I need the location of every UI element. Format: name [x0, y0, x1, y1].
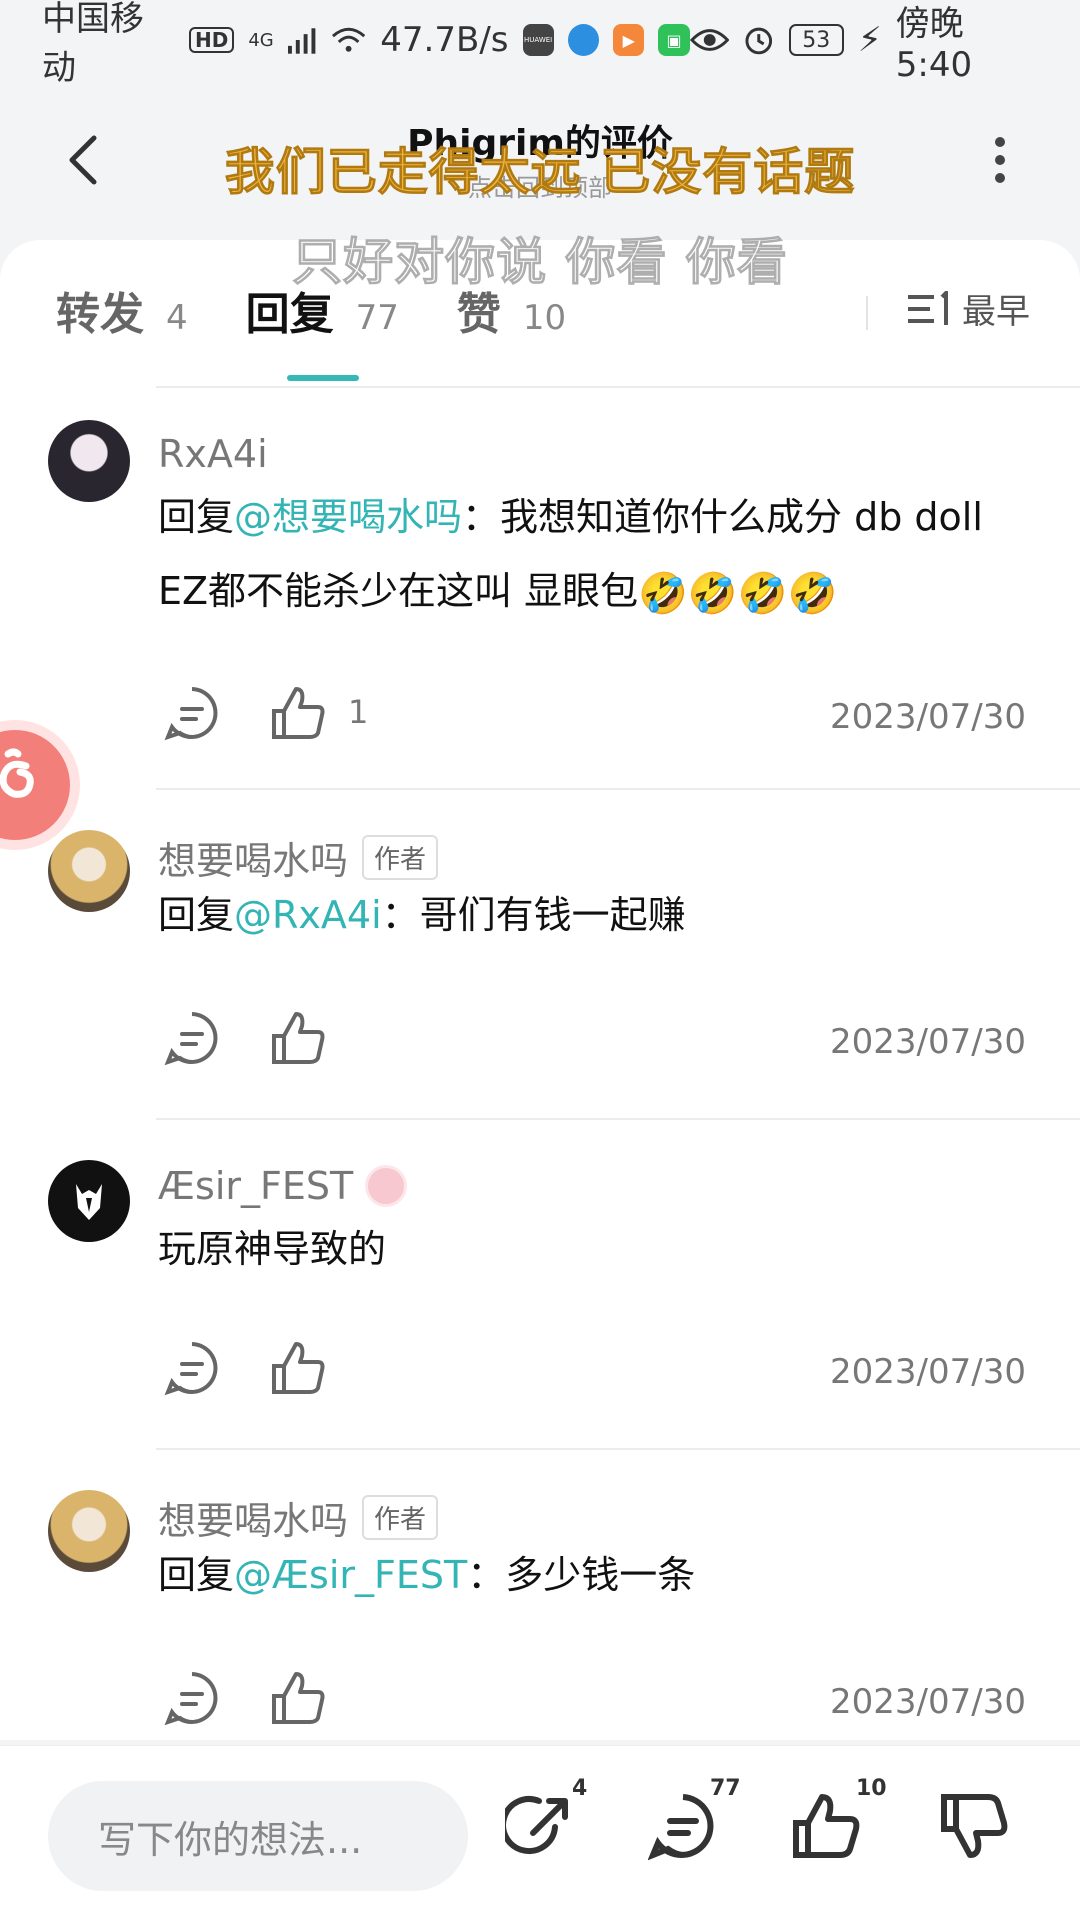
- comment-text: 回复@Æsir_FEST：多少钱一条: [158, 1538, 1038, 1612]
- thumbs-down-icon[interactable]: [940, 1791, 1010, 1861]
- status-bar: 中国移动 HD 4G 47.7B/s HUAWEI ▶ ▣ 53 ⚡ 傍晚5:4…: [0, 0, 1080, 88]
- mention-link[interactable]: @想要喝水吗: [234, 495, 462, 539]
- screen: 中国移动 HD 4G 47.7B/s HUAWEI ▶ ▣ 53 ⚡ 傍晚5:4…: [0, 0, 1080, 1920]
- username-row: Æsir_FEST: [158, 1164, 408, 1208]
- video-app-icon: ▶: [613, 24, 645, 56]
- reply-icon[interactable]: [164, 685, 220, 741]
- divider: [156, 1118, 1080, 1120]
- reply-prefix: 回复: [158, 1553, 235, 1597]
- comment-body: ：哥们有钱一起赚: [381, 893, 686, 937]
- huawei-app-icon: HUAWEI: [522, 24, 554, 56]
- thumbs-up-icon[interactable]: [270, 1340, 328, 1396]
- signal-icon: 4G: [248, 29, 274, 51]
- emoji: 🤣🤣🤣🤣: [638, 570, 838, 617]
- thumbs-up-icon[interactable]: [270, 1010, 328, 1066]
- username-row: 想要喝水吗 作者: [158, 830, 439, 885]
- user-badge-icon: [365, 1165, 408, 1207]
- comment-actions: 2023/07/30: [158, 1340, 1038, 1400]
- username[interactable]: Æsir_FEST: [158, 1164, 353, 1208]
- thumbs-up-icon[interactable]: [792, 1791, 862, 1861]
- signal-bars-icon: [287, 28, 316, 54]
- reply-prefix: 回复: [158, 893, 235, 937]
- alarm-icon: [745, 27, 773, 55]
- thumbs-up-icon[interactable]: [270, 685, 328, 741]
- avatar[interactable]: [48, 420, 130, 502]
- like-count: 10: [856, 1776, 887, 1801]
- bottom-bar: 写下你的想法... 4 77 10: [0, 1745, 1080, 1920]
- comment-actions: 2023/07/30: [158, 1670, 1038, 1730]
- wolf-logo-icon: [76, 1184, 102, 1220]
- divider: [156, 1448, 1080, 1450]
- tab-count: 10: [522, 298, 567, 338]
- share-icon[interactable]: [505, 1791, 575, 1861]
- divider: [866, 296, 868, 330]
- tab-count: 4: [166, 298, 188, 338]
- comment-input[interactable]: 写下你的想法...: [48, 1781, 468, 1891]
- lyric-line-2: 只好对你说 你看 你看: [292, 233, 788, 292]
- comment-text: 回复@想要喝水吗：我想知道你什么成分 db doll EZ都不能杀少在这叫 显眼…: [158, 480, 1038, 631]
- comment-actions: 1 2023/07/30: [158, 685, 1038, 745]
- username[interactable]: RxA4i: [158, 432, 268, 476]
- battery-icon: 53: [788, 24, 844, 56]
- avatar[interactable]: [48, 1490, 130, 1572]
- wifi-icon: [332, 27, 366, 52]
- music-logo-icon: [0, 748, 34, 798]
- comment-date: 2023/07/30: [830, 697, 1026, 737]
- mention-link[interactable]: @Æsir_FEST: [234, 1553, 467, 1597]
- comment-actions: 2023/07/30: [158, 1010, 1038, 1070]
- avatar[interactable]: [48, 830, 130, 912]
- network-speed: 47.7B/s: [380, 20, 509, 60]
- username[interactable]: 想要喝水吗: [158, 1490, 348, 1545]
- eye-icon: [689, 29, 730, 51]
- comment-date: 2023/07/30: [830, 1022, 1026, 1062]
- reply-prefix: 回复: [158, 495, 235, 539]
- carrier-label: 中国移动: [42, 0, 144, 88]
- mention-link[interactable]: @RxA4i: [234, 893, 382, 937]
- tab-count: 77: [355, 298, 399, 338]
- comment-count: 77: [710, 1776, 741, 1801]
- clock: 傍晚5:40: [895, 3, 973, 85]
- reply-icon[interactable]: [164, 1670, 220, 1726]
- thumbs-up-icon[interactable]: [270, 1670, 328, 1726]
- chat-app-icon: ▣: [658, 24, 690, 56]
- divider: [156, 788, 1080, 790]
- author-badge: 作者: [362, 835, 439, 880]
- comment-icon[interactable]: [648, 1791, 718, 1861]
- browser-app-icon: [567, 24, 600, 56]
- username[interactable]: 想要喝水吗: [158, 830, 348, 885]
- reply-icon[interactable]: [164, 1340, 220, 1396]
- comment-date: 2023/07/30: [830, 1352, 1026, 1392]
- lyric-line-1: 我们已走得太远 已没有话题: [224, 143, 856, 202]
- comment-date: 2023/07/30: [830, 1682, 1026, 1722]
- author-badge: 作者: [362, 1495, 439, 1540]
- comment-body: ：多少钱一条: [467, 1553, 696, 1597]
- hd-icon: HD: [189, 27, 235, 53]
- floating-music-icon[interactable]: [0, 730, 70, 840]
- comment-body: 玩原神导致的: [158, 1227, 387, 1271]
- like-count: 1: [348, 693, 369, 731]
- reply-panel: 转发 4 回复 77 赞 10 最早 RxA4i 回复@想要喝水吗：我想知道你什…: [0, 240, 1080, 1740]
- username-row: 想要喝水吗 作者: [158, 1490, 439, 1545]
- comment-text: 玩原神导致的: [158, 1212, 1038, 1286]
- share-count: 4: [572, 1776, 588, 1801]
- reply-icon[interactable]: [164, 1010, 220, 1066]
- sort-icon: [908, 290, 948, 325]
- charging-icon: ⚡: [857, 20, 882, 60]
- divider: [156, 386, 1080, 388]
- comment-text: 回复@RxA4i：哥们有钱一起赚: [158, 878, 1038, 952]
- avatar[interactable]: [48, 1160, 130, 1242]
- active-tab-indicator: [287, 375, 359, 381]
